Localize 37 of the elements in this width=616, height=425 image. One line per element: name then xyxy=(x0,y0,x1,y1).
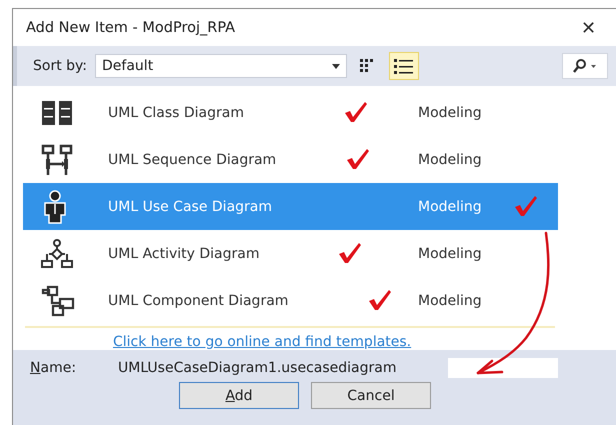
item-category: Modeling xyxy=(418,198,482,214)
item-name: UML Class Diagram xyxy=(108,104,244,120)
check-mark-icon xyxy=(345,148,371,170)
item-category: Modeling xyxy=(418,246,482,262)
name-label: Name: xyxy=(30,360,78,376)
template-item[interactable]: UML Activity Diagram Modeling xyxy=(23,230,558,277)
item-name: UML Activity Diagram xyxy=(108,246,260,262)
list-icon xyxy=(393,57,416,75)
template-item[interactable]: UML Sequence Diagram Modeling xyxy=(23,136,558,183)
sort-label: Sort by: xyxy=(33,58,88,74)
name-field[interactable]: UMLUseCaseDiagram1.usecasediagram xyxy=(118,358,558,378)
item-name: UML Component Diagram xyxy=(108,292,288,308)
template-item[interactable]: UML Component Diagram Modeling xyxy=(23,277,558,324)
sort-dropdown[interactable]: Default xyxy=(95,54,348,78)
window-title: Add New Item - ModProj_RPA xyxy=(26,20,236,36)
activity-diagram-icon xyxy=(41,238,73,268)
item-category: Modeling xyxy=(418,152,482,168)
online-templates-link[interactable]: Click here to go online and find templates. xyxy=(113,334,412,350)
search-button[interactable] xyxy=(562,53,608,79)
cancel-button[interactable]: Cancel xyxy=(311,382,431,409)
add-button[interactable]: Add xyxy=(179,382,299,409)
sequence-diagram-icon xyxy=(41,144,73,176)
caret-icon xyxy=(332,64,340,68)
item-category: Modeling xyxy=(418,292,482,308)
check-mark-icon xyxy=(513,195,539,217)
check-mark-icon xyxy=(367,289,393,311)
list-view-button[interactable] xyxy=(389,52,420,80)
template-item[interactable]: UML Class Diagram Modeling xyxy=(23,89,558,136)
check-mark-icon xyxy=(343,101,369,123)
item-category: Modeling xyxy=(418,104,482,120)
item-name: UML Sequence Diagram xyxy=(108,152,276,168)
item-name: UML Use Case Diagram xyxy=(108,198,272,214)
close-button[interactable]: ✕ xyxy=(575,16,602,38)
component-diagram-icon xyxy=(41,284,75,316)
class-diagram-icon xyxy=(41,98,73,126)
check-mark-icon xyxy=(337,242,363,264)
search-icon xyxy=(572,59,598,73)
